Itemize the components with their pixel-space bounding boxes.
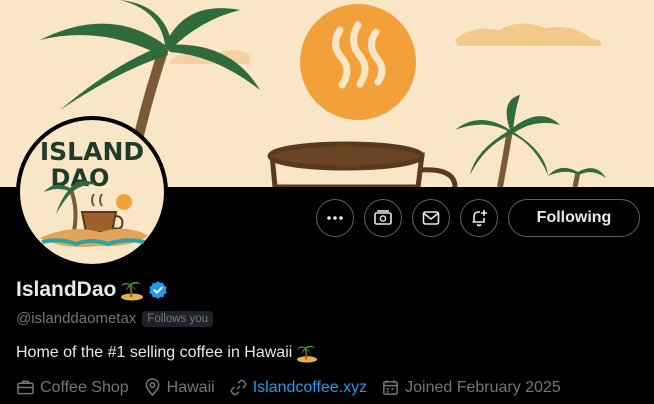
category-label: Coffee Shop — [40, 378, 129, 396]
website-link[interactable]: Islandcoffee.xyz — [253, 379, 367, 397]
notification-add-icon — [472, 210, 487, 227]
handle-row: @islanddaometax Follows you — [16, 310, 214, 327]
mail-icon — [422, 211, 440, 225]
following-button[interactable]: Following — [508, 199, 640, 237]
island-emoji-icon — [121, 282, 144, 301]
more-icon — [327, 216, 343, 220]
meta-category: Coffee Shop — [16, 378, 129, 397]
location-pin-icon — [145, 378, 160, 397]
user-handle: @islanddaometax — [16, 310, 137, 327]
calendar-icon — [383, 380, 399, 395]
profile-meta: Coffee Shop Hawaii Islandcoffee.xyz Join… — [16, 378, 575, 397]
profile-actions: Following — [316, 199, 640, 237]
subscribe-button[interactable] — [364, 199, 402, 237]
bio-text: Home of the #1 selling coffee in Hawaii — [16, 344, 293, 361]
meta-joined: Joined February 2025 — [381, 378, 561, 397]
more-button[interactable] — [316, 199, 354, 237]
link-icon — [230, 379, 247, 396]
joined-label: Joined February 2025 — [405, 378, 561, 396]
meta-location: Hawaii — [143, 378, 215, 397]
profile-name-row: IslandDao — [16, 278, 168, 302]
island-emoji-icon — [297, 345, 318, 363]
profile-bio: Home of the #1 selling coffee in Hawaii — [16, 343, 318, 363]
meta-website: Islandcoffee.xyz — [229, 378, 367, 397]
display-name: IslandDao — [16, 278, 117, 301]
notify-button[interactable] — [460, 199, 498, 237]
follows-you-badge: Follows you — [142, 310, 214, 327]
verified-badge-icon[interactable] — [148, 280, 168, 300]
avatar-logo: ISLAND DAO — [20, 120, 164, 264]
profile-avatar[interactable]: ISLAND DAO — [16, 116, 168, 268]
location-label: Hawaii — [166, 378, 215, 396]
svg-text:ISLAND: ISLAND — [40, 137, 144, 166]
message-button[interactable] — [412, 199, 450, 237]
subscribe-icon — [374, 210, 392, 225]
briefcase-icon — [17, 380, 34, 395]
